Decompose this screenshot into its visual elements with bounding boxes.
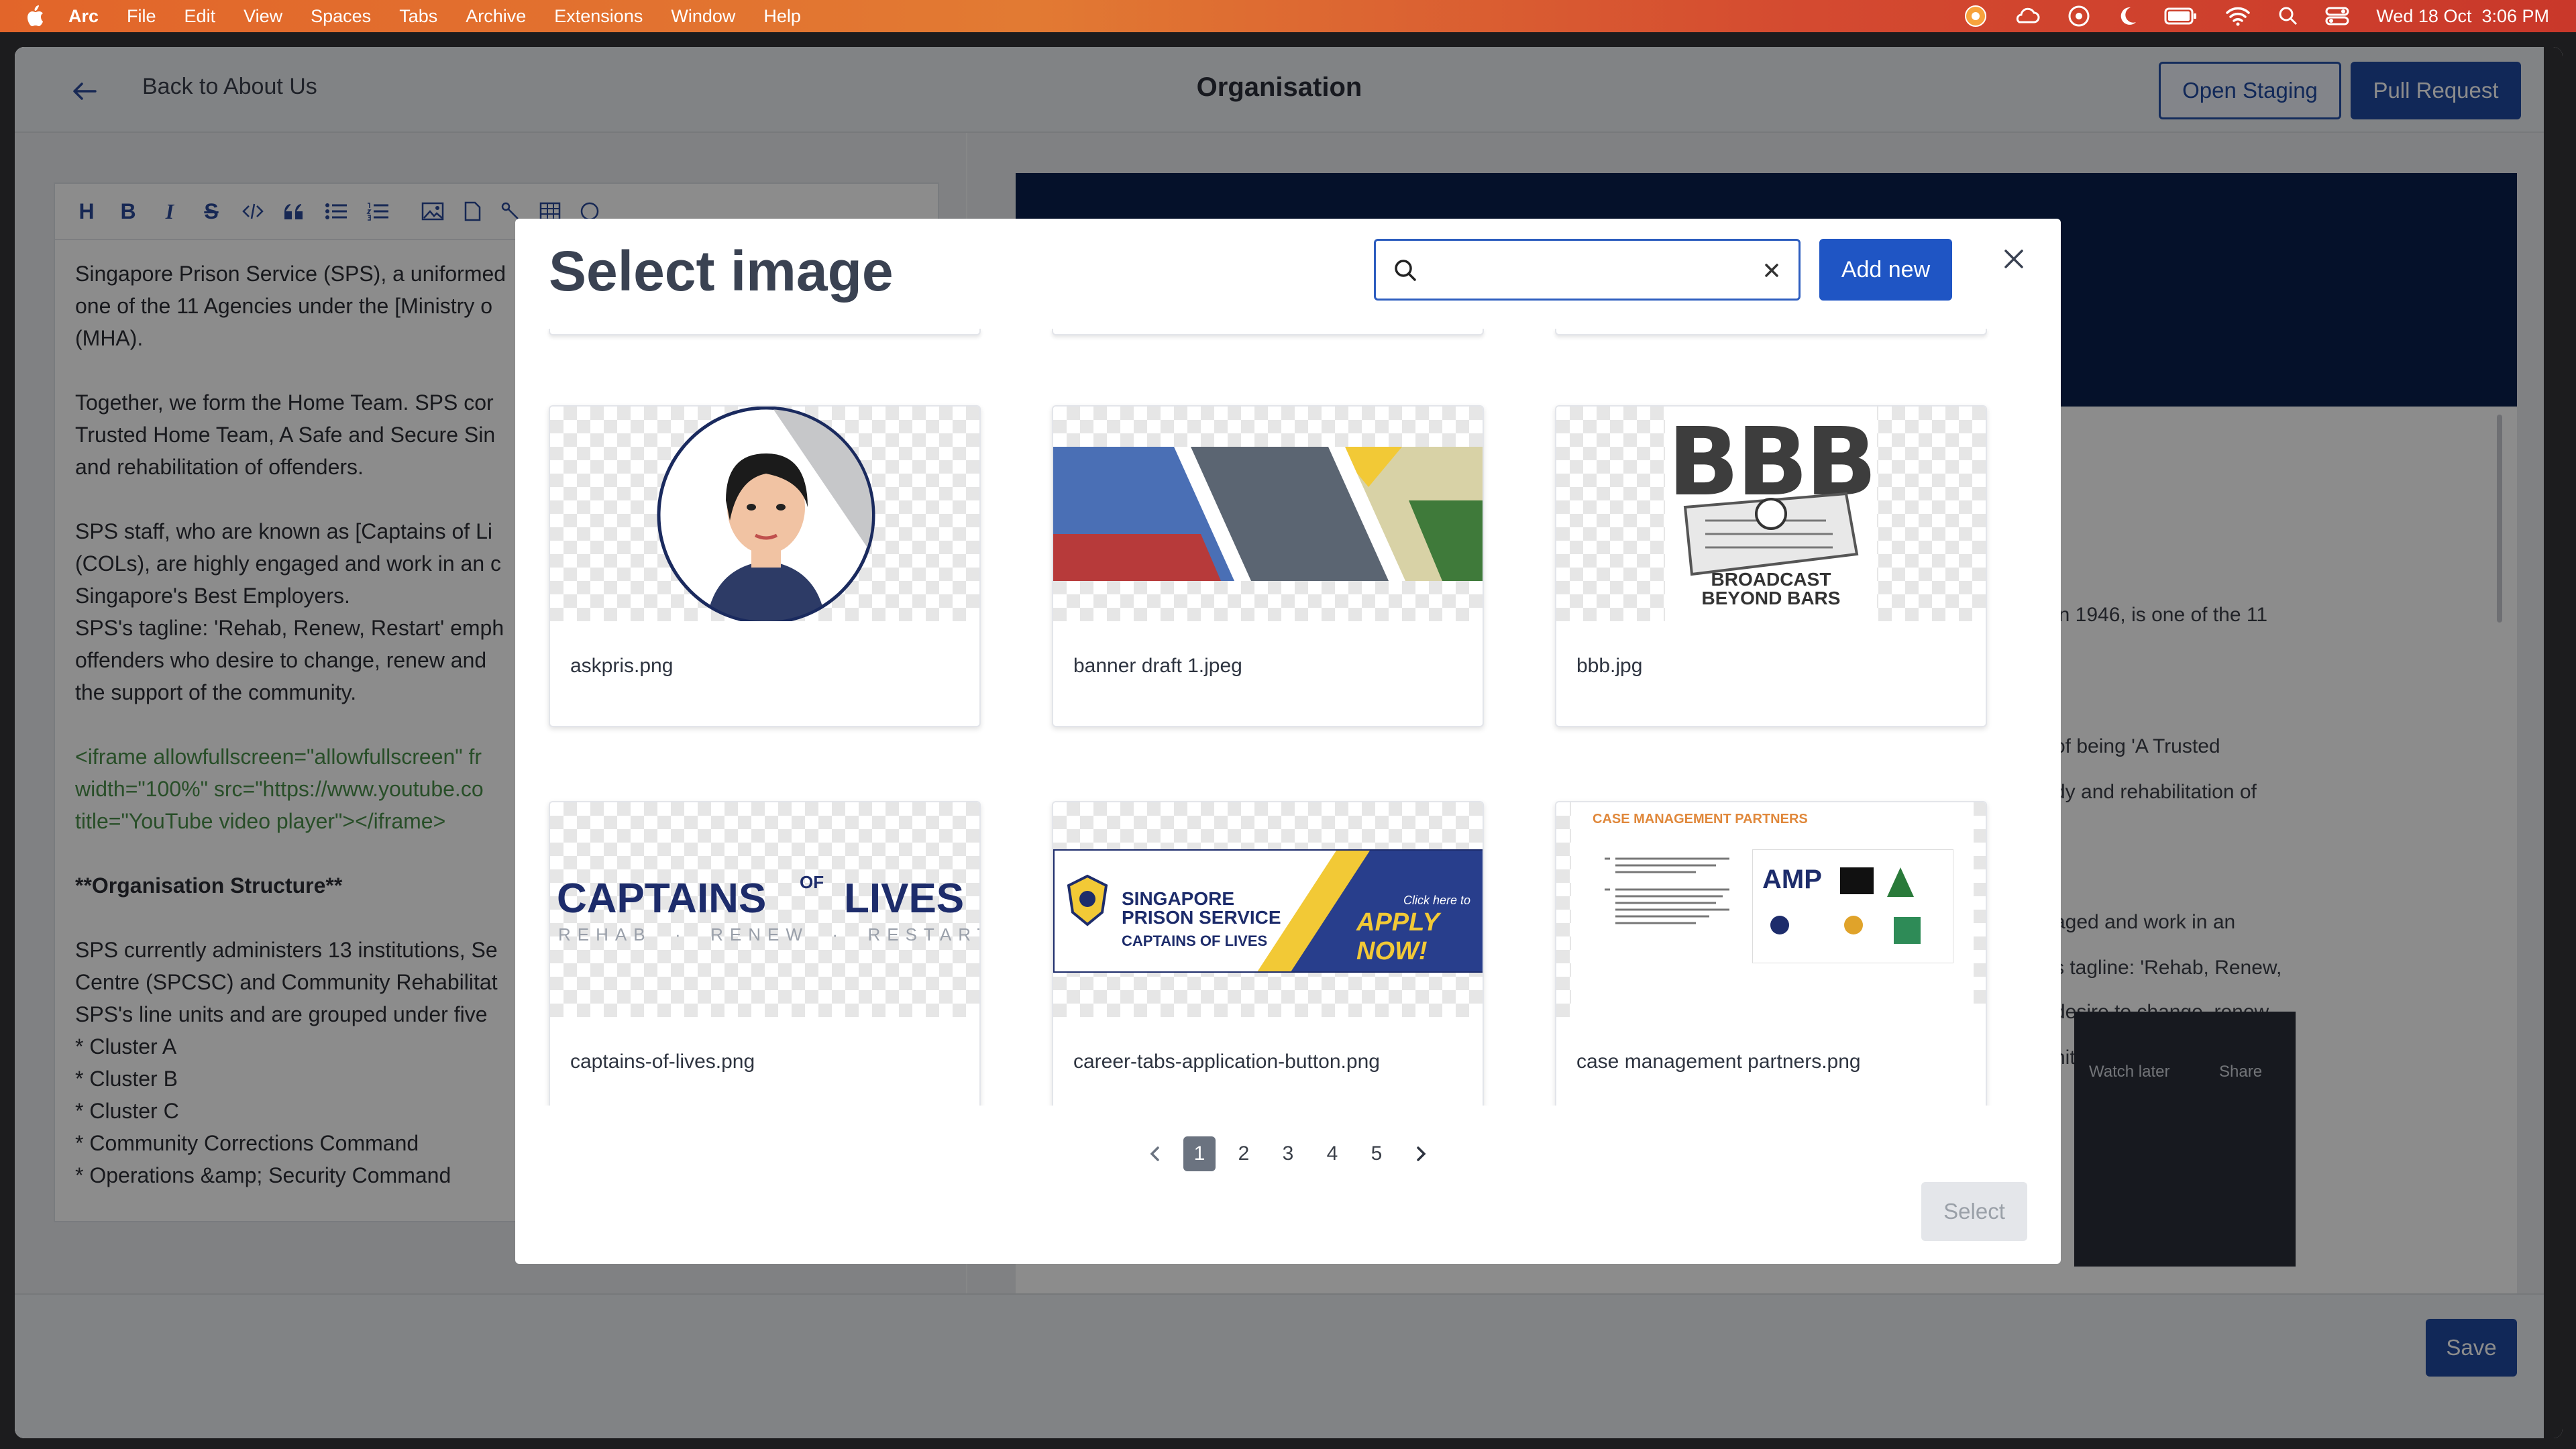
apple-icon[interactable] — [25, 5, 46, 28]
control-center-icon[interactable] — [2325, 6, 2349, 26]
menu-app-name[interactable]: Arc — [68, 6, 99, 27]
search-input[interactable] — [1430, 249, 1745, 292]
clear-search-icon[interactable] — [1762, 261, 1781, 280]
image-filename: askpris.png — [570, 655, 674, 677]
banner-line3: CAPTAINS OF LIVES — [1122, 932, 1268, 949]
image-card[interactable]: CASE MANAGEMENT PARTNERS AMP case manage… — [1555, 801, 1987, 1106]
wifi-icon[interactable] — [2224, 6, 2251, 26]
bbb-logo: BBB BROADCAST BEYOND BARS — [1665, 407, 1877, 621]
menu-view[interactable]: View — [244, 6, 282, 27]
image-card[interactable]: BBB BROADCAST BEYOND BARS bbb.jpg — [1555, 405, 1987, 727]
banner-cta: APPLY NOW! — [1356, 908, 1440, 965]
menu-bar: Arc File Edit View Spaces Tabs Archive E… — [0, 0, 2576, 32]
pagination: 1 2 3 4 5 — [515, 1134, 2061, 1174]
page-4[interactable]: 4 — [1316, 1136, 1348, 1171]
bbb-caption: BROADCAST BEYOND BARS — [1701, 569, 1841, 608]
menu-datetime[interactable]: Wed 18 Oct 3:06 PM — [2376, 6, 2549, 27]
slide-heading: CASE MANAGEMENT PARTNERS — [1593, 812, 1808, 826]
spotlight-icon[interactable] — [2278, 6, 2298, 26]
menu-window[interactable]: Window — [671, 6, 735, 27]
image-card[interactable]: askpris.png — [549, 405, 981, 727]
image-grid[interactable]: askpris.png banner draft 1.jpeg BBB BROA… — [515, 329, 2061, 1106]
modal-title: Select image — [549, 239, 894, 303]
image-card-partial[interactable] — [1555, 329, 1987, 335]
logo-captains-text: CAPTAINS — [557, 875, 767, 922]
page-1[interactable]: 1 — [1183, 1136, 1216, 1171]
add-new-button[interactable]: Add new — [1819, 239, 1952, 301]
logo-lives-text: LIVES — [844, 875, 965, 922]
askpris-avatar-image — [657, 407, 875, 621]
focus-icon[interactable] — [2068, 5, 2090, 28]
case-management-slide: CASE MANAGEMENT PARTNERS AMP — [1571, 802, 1974, 1017]
arc-icon[interactable] — [1964, 5, 1987, 28]
partner-logo-icons — [1770, 867, 1921, 944]
next-page-icon[interactable] — [1405, 1136, 1437, 1171]
sps-crest-icon — [1067, 874, 1108, 926]
menu-file[interactable]: File — [127, 6, 156, 27]
image-filename: banner draft 1.jpeg — [1073, 655, 1242, 677]
bbb-illustration — [1683, 492, 1859, 576]
menu-archive[interactable]: Archive — [466, 6, 526, 27]
image-thumbnail — [550, 407, 979, 621]
image-card-partial[interactable] — [549, 329, 981, 335]
image-card[interactable]: CAPTAINS OF LIVES REHAB · RENEW · RESTAR… — [549, 801, 981, 1106]
banner-cta-small: Click here to — [1403, 894, 1471, 907]
battery-icon[interactable] — [2164, 7, 2198, 25]
image-thumbnail: CAPTAINS OF LIVES REHAB · RENEW · RESTAR… — [550, 802, 979, 1017]
prev-page-icon[interactable] — [1139, 1136, 1171, 1171]
banner-draft-image — [1053, 447, 1483, 581]
image-thumbnail: SINGAPORE PRISON SERVICE CAPTAINS OF LIV… — [1053, 802, 1483, 1017]
image-card[interactable]: SINGAPORE PRISON SERVICE CAPTAINS OF LIV… — [1052, 801, 1484, 1106]
page-5[interactable]: 5 — [1360, 1136, 1393, 1171]
image-thumbnail — [1053, 407, 1483, 621]
image-filename: career-tabs-application-button.png — [1073, 1051, 1380, 1073]
image-filename: case management partners.png — [1576, 1051, 1861, 1073]
select-image-modal: Select image Add new askpris.png banner … — [515, 219, 2061, 1264]
window-scrollbar[interactable] — [2544, 47, 2563, 1438]
menu-spaces[interactable]: Spaces — [311, 6, 371, 27]
image-card-partial[interactable] — [1052, 329, 1484, 335]
menu-tabs[interactable]: Tabs — [399, 6, 437, 27]
search-icon — [1395, 260, 1416, 281]
select-button[interactable]: Select — [1921, 1182, 2027, 1241]
slide-bullets — [1605, 857, 1729, 924]
close-icon[interactable] — [2000, 246, 2027, 272]
image-thumbnail: BBB BROADCAST BEYOND BARS — [1556, 407, 1986, 621]
weather-icon[interactable] — [2014, 5, 2041, 28]
captains-of-lives-logo: CAPTAINS OF LIVES REHAB · RENEW · RESTAR… — [557, 872, 979, 949]
page-2[interactable]: 2 — [1228, 1136, 1260, 1171]
apply-now-banner: SINGAPORE PRISON SERVICE CAPTAINS OF LIV… — [1053, 849, 1483, 973]
page-3[interactable]: 3 — [1272, 1136, 1304, 1171]
logo-tagline: REHAB · RENEW · RESTART — [558, 924, 979, 945]
image-filename: bbb.jpg — [1576, 655, 1643, 677]
partner-logos: AMP — [1752, 849, 1953, 963]
search-box[interactable] — [1374, 239, 1801, 301]
menu-edit[interactable]: Edit — [184, 6, 216, 27]
moon-icon[interactable] — [2117, 5, 2137, 28]
image-card[interactable]: banner draft 1.jpeg — [1052, 405, 1484, 727]
banner-line2: PRISON SERVICE — [1122, 907, 1281, 928]
menu-help[interactable]: Help — [763, 6, 801, 27]
image-filename: captains-of-lives.png — [570, 1051, 755, 1073]
menu-extensions[interactable]: Extensions — [554, 6, 643, 27]
logo-of-text: OF — [800, 872, 824, 892]
image-thumbnail: CASE MANAGEMENT PARTNERS AMP — [1556, 802, 1986, 1017]
